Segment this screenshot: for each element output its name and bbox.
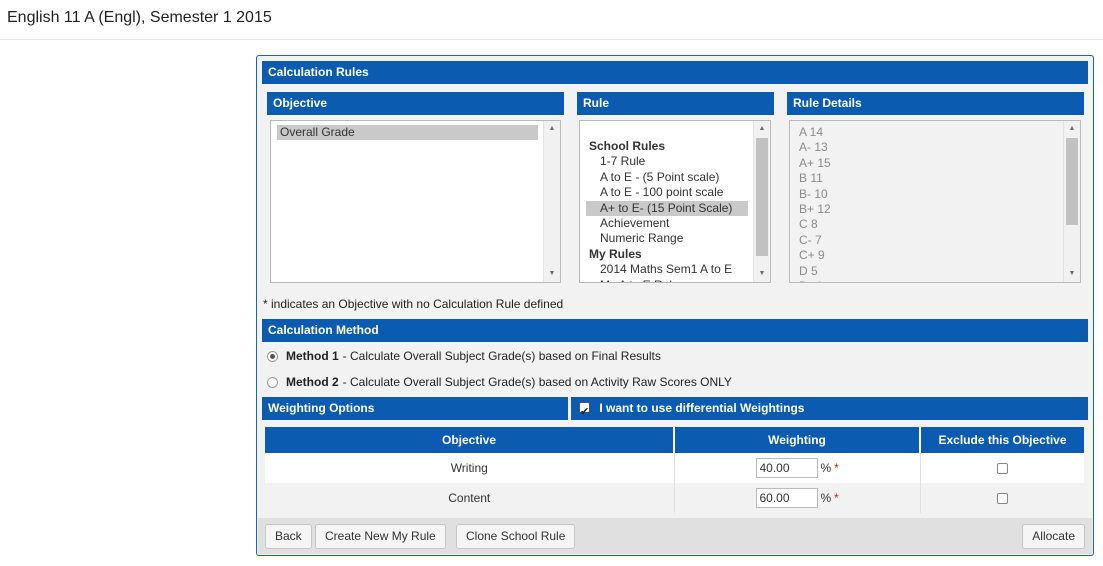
method-2-name: Method 2 [286,375,339,389]
action-footer: Back Create New My Rule Clone School Rul… [258,518,1092,554]
method-2-description: - Calculate Overall Subject Grade(s) bas… [342,375,732,389]
page-title: English 11 A (Engl), Semester 1 2015 [7,9,272,26]
rule-option[interactable]: 1-7 Rule [586,154,748,169]
rule-column-header: Rule [577,92,774,115]
weighting-input[interactable] [755,458,818,478]
scroll-down-arrow-icon[interactable]: ▼ [1064,267,1080,281]
rule-option[interactable]: A to E - 100 point scale [586,185,748,200]
rule-detail-item: C- 7 [799,232,822,247]
rule-option[interactable]: A to E - (5 Point scale) [586,170,748,185]
differential-weighting-label[interactable]: I want to use differential Weightings [599,401,804,415]
rule-detail-item: B+ 12 [799,201,831,216]
rule-group-label: School Rules [589,139,666,153]
weighting-options-header: Weighting Options [262,397,568,420]
required-marker: * [834,491,839,505]
rule-scrollbar-thumb[interactable] [756,138,768,256]
scroll-up-arrow-icon[interactable]: ▲ [754,122,770,136]
scroll-up-arrow-icon[interactable]: ▲ [1064,122,1080,136]
title-divider [0,39,1103,40]
scroll-up-arrow-icon[interactable]: ▲ [544,122,560,136]
objective-cell: Content [265,483,675,513]
percent-unit: % [820,461,832,475]
rule-detail-item: A- 13 [799,140,828,155]
required-marker: * [834,461,839,475]
differential-weighting-checkbox[interactable] [579,400,590,423]
method-2-radio[interactable] [267,376,278,388]
clone-school-rule-button[interactable]: Clone School Rule [456,524,576,549]
differential-weighting-bar: I want to use differential Weightings [571,397,1088,423]
exclude-checkbox[interactable] [996,463,1008,475]
objective-listbox[interactable]: Overall Grade ▲ ▼ [270,120,561,283]
rule-option[interactable]: 2014 Maths Sem1 A to E [586,262,748,277]
rule-scrollbar[interactable]: ▲ ▼ [753,121,770,282]
table-row: Writing % * [265,453,1084,483]
weighting-cell: % * [674,483,921,513]
objective-scrollbar[interactable]: ▲ ▼ [543,121,560,282]
calculation-method-header: Calculation Method [262,319,1088,342]
objective-cell: Writing [265,453,675,483]
rule-option[interactable]: Achievement [586,216,748,231]
calculation-rules-header: Calculation Rules [262,61,1088,84]
scroll-down-arrow-icon[interactable]: ▼ [754,267,770,281]
allocate-button[interactable]: Allocate [1022,524,1085,549]
percent-unit: % [820,491,832,505]
method-1-description: - Calculate Overall Subject Grade(s) bas… [342,349,661,363]
rule-detail-item: D 5 [799,263,818,278]
back-button[interactable]: Back [265,524,312,549]
rule-option[interactable]: Numeric Range [586,231,748,246]
method-1-option[interactable]: Method 1 - Calculate Overall Subject Gra… [267,349,661,363]
table-row: Content % * [265,483,1084,513]
weighting-cell: % * [674,453,921,483]
weighting-table: Objective Weighting Exclude this Objecti… [265,427,1084,513]
rule-detail-item: C 8 [799,217,818,232]
rule-option[interactable]: My A to E Rule [586,278,748,282]
rule-option[interactable]: A+ to E- (15 Point Scale) [586,200,748,216]
rule-detail-item: C+ 9 [799,248,825,263]
exclude-cell [920,453,1084,483]
scroll-down-arrow-icon[interactable]: ▼ [544,267,560,281]
method-1-name: Method 1 [286,349,339,363]
rule-listbox[interactable]: School Rules 1-7 Rule A to E - (5 Point sc… [579,120,771,283]
rule-details-column-header: Rule Details [787,92,1084,115]
rule-detail-item: A+ 15 [799,155,831,170]
rule-details-listbox[interactable]: A 14 A- 13 A+ 15 B 11 B- 10 B+ 12 C 8 C- 7 C+ 9D… [789,120,1081,283]
rule-details-scrollbar-thumb[interactable] [1066,138,1078,225]
rule-group-label: My Rules [589,246,642,261]
method-2-option[interactable]: Method 2 - Calculate Overall Subject Gra… [267,375,732,389]
rule-detail-item: D- 4 [796,279,1058,282]
weighting-input[interactable] [755,488,818,508]
exclude-cell [920,483,1084,513]
rule-detail-item: B 11 [799,171,823,186]
exclude-col-header: Exclude this Objective [920,427,1084,453]
objective-option[interactable]: Overall Grade [277,125,538,141]
weighting-col-header: Weighting [674,427,921,453]
rule-detail-item: A 14 [799,125,824,139]
exclude-checkbox[interactable] [996,493,1008,505]
no-rule-note: * indicates an Objective with no Calcula… [263,297,564,311]
method-1-radio[interactable] [267,350,278,362]
create-new-my-rule-button[interactable]: Create New My Rule [315,524,446,549]
rule-detail-item: B- 10 [799,186,828,201]
objective-column-header: Objective [267,92,564,115]
rule-details-scrollbar[interactable]: ▲ ▼ [1063,121,1080,282]
objective-col-header: Objective [265,427,675,453]
